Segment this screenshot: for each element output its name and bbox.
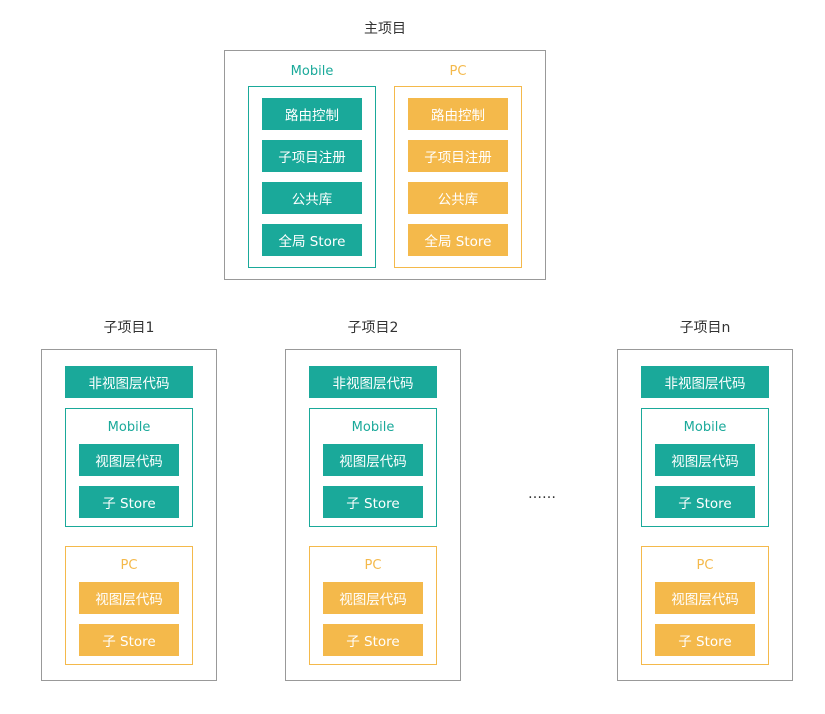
subproject-1-title: 子项目1	[103, 320, 155, 336]
main-mobile-routing-block: 路由控制	[262, 98, 362, 130]
subproject-2-pc-label: PC	[364, 558, 382, 573]
subproject-n-title: 子项目n	[679, 320, 731, 336]
subproject-n-mobile-store-block: 子 Store	[655, 486, 755, 518]
more-subprojects-ellipsis: ……	[528, 486, 556, 502]
subproject-n-pc-view-code-block: 视图层代码	[655, 582, 755, 614]
main-mobile-label: Mobile	[290, 64, 334, 79]
subproject-n-pc-store-block: 子 Store	[655, 624, 755, 656]
main-mobile-global-store-block: 全局 Store	[262, 224, 362, 256]
main-pc-global-store-block: 全局 Store	[408, 224, 508, 256]
main-pc-subproject-registry-block: 子项目注册	[408, 140, 508, 172]
subproject-n-mobile-label: Mobile	[683, 420, 727, 435]
main-pc-routing-block: 路由控制	[408, 98, 508, 130]
subproject-2-pc-store-block: 子 Store	[323, 624, 423, 656]
subproject-1-mobile-store-block: 子 Store	[79, 486, 179, 518]
main-mobile-subproject-registry-block: 子项目注册	[262, 140, 362, 172]
subproject-2-pc-view-code-block: 视图层代码	[323, 582, 423, 614]
subproject-2-non-view-code-block: 非视图层代码	[309, 366, 437, 398]
subproject-2-mobile-view-code-block: 视图层代码	[323, 444, 423, 476]
subproject-1-non-view-code-block: 非视图层代码	[65, 366, 193, 398]
main-pc-label: PC	[449, 64, 467, 79]
subproject-1-mobile-label: Mobile	[107, 420, 151, 435]
subproject-1-pc-store-block: 子 Store	[79, 624, 179, 656]
subproject-1-pc-label: PC	[120, 558, 138, 573]
subproject-1-pc-view-code-block: 视图层代码	[79, 582, 179, 614]
subproject-n-non-view-code-block: 非视图层代码	[641, 366, 769, 398]
subproject-2-mobile-store-block: 子 Store	[323, 486, 423, 518]
subproject-n-pc-label: PC	[696, 558, 714, 573]
subproject-1-mobile-view-code-block: 视图层代码	[79, 444, 179, 476]
subproject-n-mobile-view-code-block: 视图层代码	[655, 444, 755, 476]
main-mobile-common-lib-block: 公共库	[262, 182, 362, 214]
subproject-2-mobile-label: Mobile	[351, 420, 395, 435]
main-project-title: 主项目	[364, 21, 406, 37]
main-pc-common-lib-block: 公共库	[408, 182, 508, 214]
subproject-2-title: 子项目2	[347, 320, 399, 336]
